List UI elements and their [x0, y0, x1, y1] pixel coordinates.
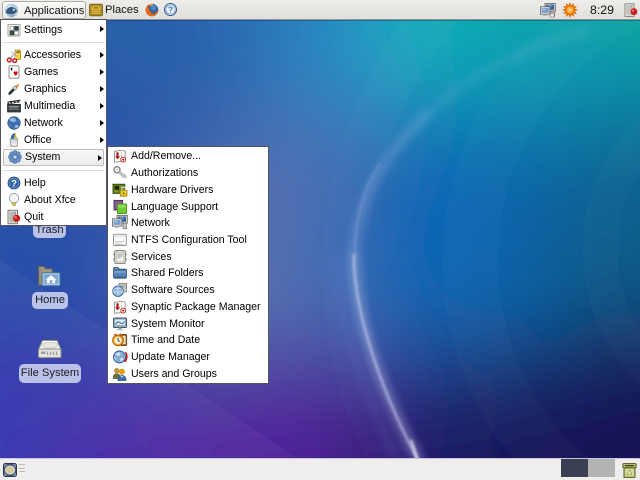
svg-text:?: ?: [167, 5, 172, 15]
svg-text:?: ?: [11, 178, 17, 189]
